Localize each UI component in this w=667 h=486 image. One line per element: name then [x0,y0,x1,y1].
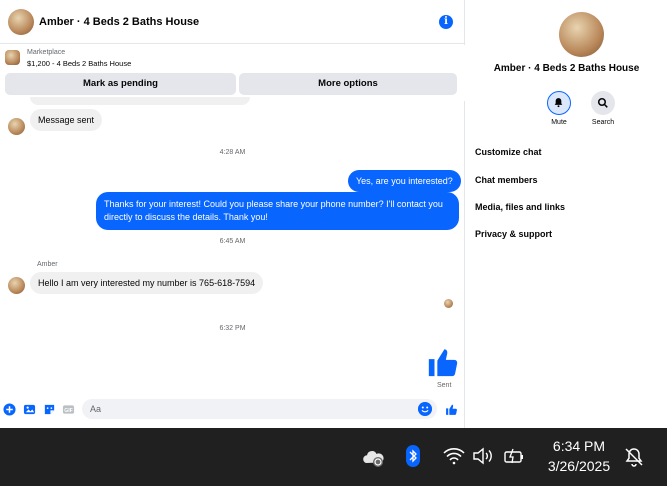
marketplace-label: Marketplace [27,49,66,56]
info-icon[interactable]: i [439,15,453,29]
mark-as-pending-button[interactable]: Mark as pending [5,73,236,95]
onedrive-sync-icon[interactable] [362,449,386,469]
incoming-message[interactable]: Message sent [30,109,103,131]
previous-message-bubble [30,97,250,105]
contact-avatar[interactable] [8,8,34,35]
listing-thumbnail[interactable] [5,50,20,65]
gif-icon[interactable]: GIF [62,403,75,416]
chat-header: Amber · 4 Beds 2 Baths House i [0,0,465,44]
timestamp: 4:28 AM [219,149,246,156]
search-icon[interactable] [591,91,615,115]
volume-icon[interactable] [472,447,494,465]
outgoing-message[interactable]: Thanks for your interest! Could you plea… [96,192,459,230]
timestamp: 6:32 PM [219,325,246,332]
message-input[interactable]: Aa [82,399,437,419]
messenger-window: Amber · 4 Beds 2 Baths House i Marketpla… [0,0,667,428]
contact-avatar-large[interactable] [559,12,604,57]
emoji-icon[interactable] [418,402,432,416]
outgoing-message[interactable]: Yes, are you interested? [348,170,461,192]
chat-title[interactable]: Amber · 4 Beds 2 Baths House [39,16,199,28]
menu-customize-chat[interactable]: Customize chat [475,147,542,157]
composer: GIF Aa [0,398,465,422]
incoming-message[interactable]: Hello I am very interested my number is … [30,272,264,294]
contact-avatar[interactable] [8,277,25,294]
clock-date[interactable]: 3/26/2025 [540,458,618,474]
search-button[interactable]: Search [583,91,623,126]
svg-text:GIF: GIF [64,408,73,414]
like-icon[interactable] [445,403,458,416]
bell-icon[interactable] [547,91,571,115]
sent-status: Sent [437,382,452,389]
chat-pane: Amber · 4 Beds 2 Baths House i Marketpla… [0,0,465,428]
image-icon[interactable] [23,403,36,416]
wifi-icon[interactable] [443,447,465,465]
menu-privacy-support[interactable]: Privacy & support [475,229,552,239]
mute-label: Mute [551,119,567,126]
sender-name: Amber [37,261,58,268]
sticker-icon[interactable] [43,403,56,416]
more-options-button[interactable]: More options [239,73,457,95]
mute-button[interactable]: Mute [539,91,579,126]
timestamp: 6:45 AM [219,238,246,245]
plus-icon[interactable] [3,403,16,416]
battery-charging-icon[interactable] [503,447,525,465]
menu-media-files-links[interactable]: Media, files and links [475,202,565,212]
chat-details-sidebar: Amber · 4 Beds 2 Baths House Mute Search… [466,0,667,428]
contact-avatar[interactable] [8,118,25,135]
menu-chat-members[interactable]: Chat members [475,175,538,185]
message-input-placeholder: Aa [90,404,102,414]
listing-title[interactable]: $1,200 - 4 Beds 2 Baths House [27,59,131,68]
clock-time[interactable]: 6:34 PM [540,438,618,454]
windows-taskbar: 6:34 PM 3/26/2025 [0,428,667,486]
bluetooth-icon[interactable] [406,445,420,467]
search-label: Search [591,119,615,126]
sidebar-title: Amber · 4 Beds 2 Baths House [493,63,640,74]
seen-indicator-avatar [444,299,453,308]
notification-bell-icon[interactable] [623,446,645,468]
like-icon[interactable] [426,345,460,379]
